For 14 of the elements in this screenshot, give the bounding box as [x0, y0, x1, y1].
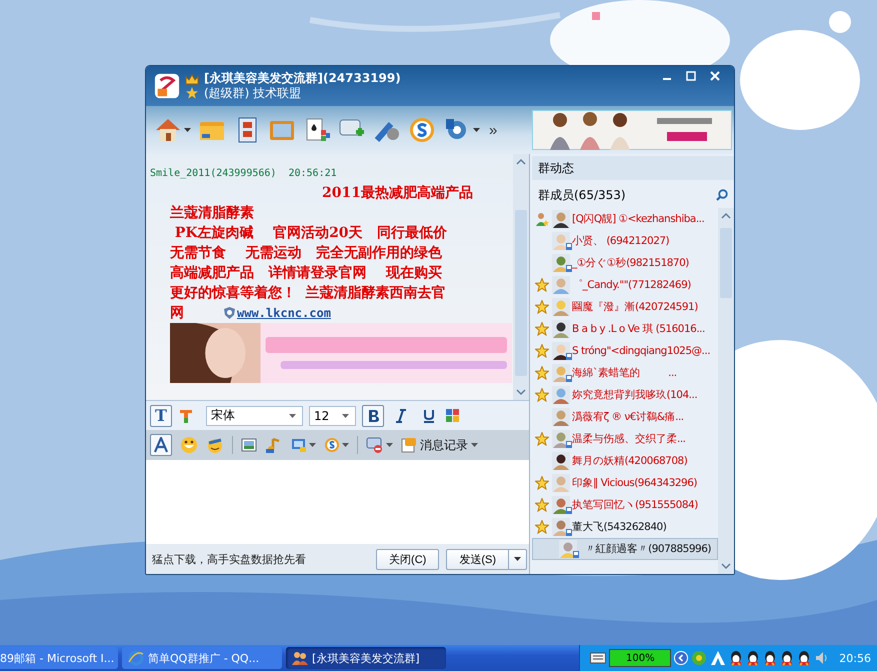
- tray-app-icon[interactable]: [746, 650, 760, 666]
- people-icon: [292, 650, 308, 666]
- tray-app-icon[interactable]: [797, 650, 812, 666]
- tray-app-icon[interactable]: [780, 650, 794, 666]
- chevron-icon[interactable]: [674, 651, 688, 665]
- taskbar-button[interactable]: 简单QQ群推广 - QQ...: [122, 647, 282, 669]
- taskbar-button[interactable]: 89邮箱 - Microsoft I...: [0, 647, 118, 669]
- keyboard-icon: [590, 652, 606, 664]
- tray-app-icon[interactable]: [729, 650, 744, 666]
- browser-icon: [128, 650, 144, 666]
- tray-app-icon[interactable]: [763, 650, 778, 666]
- taskbar-button[interactable]: [永琪美容美发交流群]: [286, 647, 446, 669]
- clock: 20:56: [839, 652, 871, 664]
- battery-label: 100%: [626, 652, 655, 664]
